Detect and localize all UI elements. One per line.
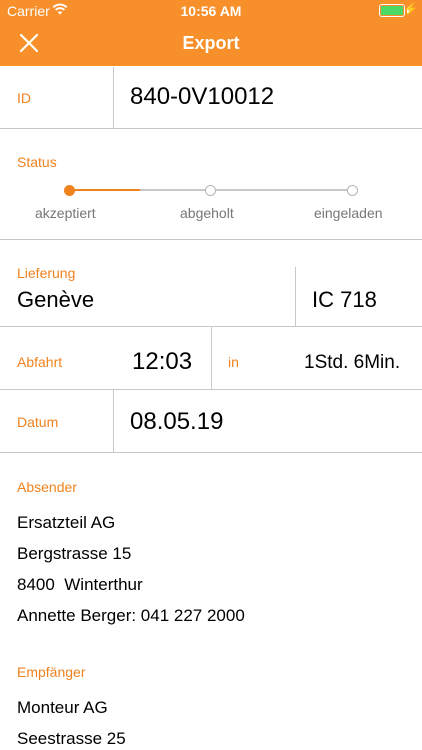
id-label: ID [17, 90, 31, 106]
id-value: 840-0V10012 [130, 83, 275, 110]
status-bar: Carrier 10:56 AM ⚡ [0, 0, 422, 22]
status-label: Status [17, 154, 57, 170]
sender-line: Annette Berger: 041 227 2000 [17, 606, 245, 625]
progress-fill [69, 189, 140, 191]
step-label-eingeladen: eingeladen [314, 205, 383, 221]
departure-label: Abfahrt [17, 354, 63, 370]
sender-line: Ersatzteil AG [17, 513, 116, 532]
battery-icon [379, 4, 409, 17]
departure-in-label: in [228, 354, 239, 370]
step-dot-abgeholt [205, 185, 216, 196]
row-divider [0, 389, 422, 390]
row-divider [0, 452, 422, 453]
nav-bar: Carrier 10:56 AM ⚡ Export [0, 0, 422, 66]
page-title: Export [182, 33, 240, 53]
date-value: 08.05.19 [130, 408, 224, 435]
recipient-label: Empfänger [17, 664, 86, 680]
step-dot-akzeptiert [64, 185, 75, 196]
charging-icon: ⚡ [403, 2, 418, 16]
status-time: 10:56 AM [180, 3, 242, 19]
departure-in-value: 1Std. 6Min. [304, 352, 401, 373]
recipient-line: Seestrasse 25 [17, 729, 126, 748]
row-divider [0, 128, 422, 129]
sender-line: Bergstrasse 15 [17, 544, 132, 563]
delivery-train: IC 718 [312, 287, 377, 312]
delivery-divider [295, 267, 296, 326]
recipient-line: Monteur AG [17, 698, 108, 717]
row-divider [0, 239, 422, 240]
delivery-city: Genève [17, 287, 95, 312]
delivery-label: Lieferung [17, 265, 76, 281]
date-label: Datum [17, 414, 59, 430]
step-label-abgeholt: abgeholt [180, 205, 234, 221]
sender-line: 8400 Winterthur [17, 575, 143, 594]
step-dot-eingeladen [347, 185, 358, 196]
departure-divider [211, 327, 212, 389]
id-divider [113, 67, 114, 128]
date-divider [113, 390, 114, 452]
step-label-akzeptiert: akzeptiert [35, 205, 96, 221]
sender-label: Absender [17, 479, 77, 495]
departure-time: 12:03 [132, 348, 193, 375]
